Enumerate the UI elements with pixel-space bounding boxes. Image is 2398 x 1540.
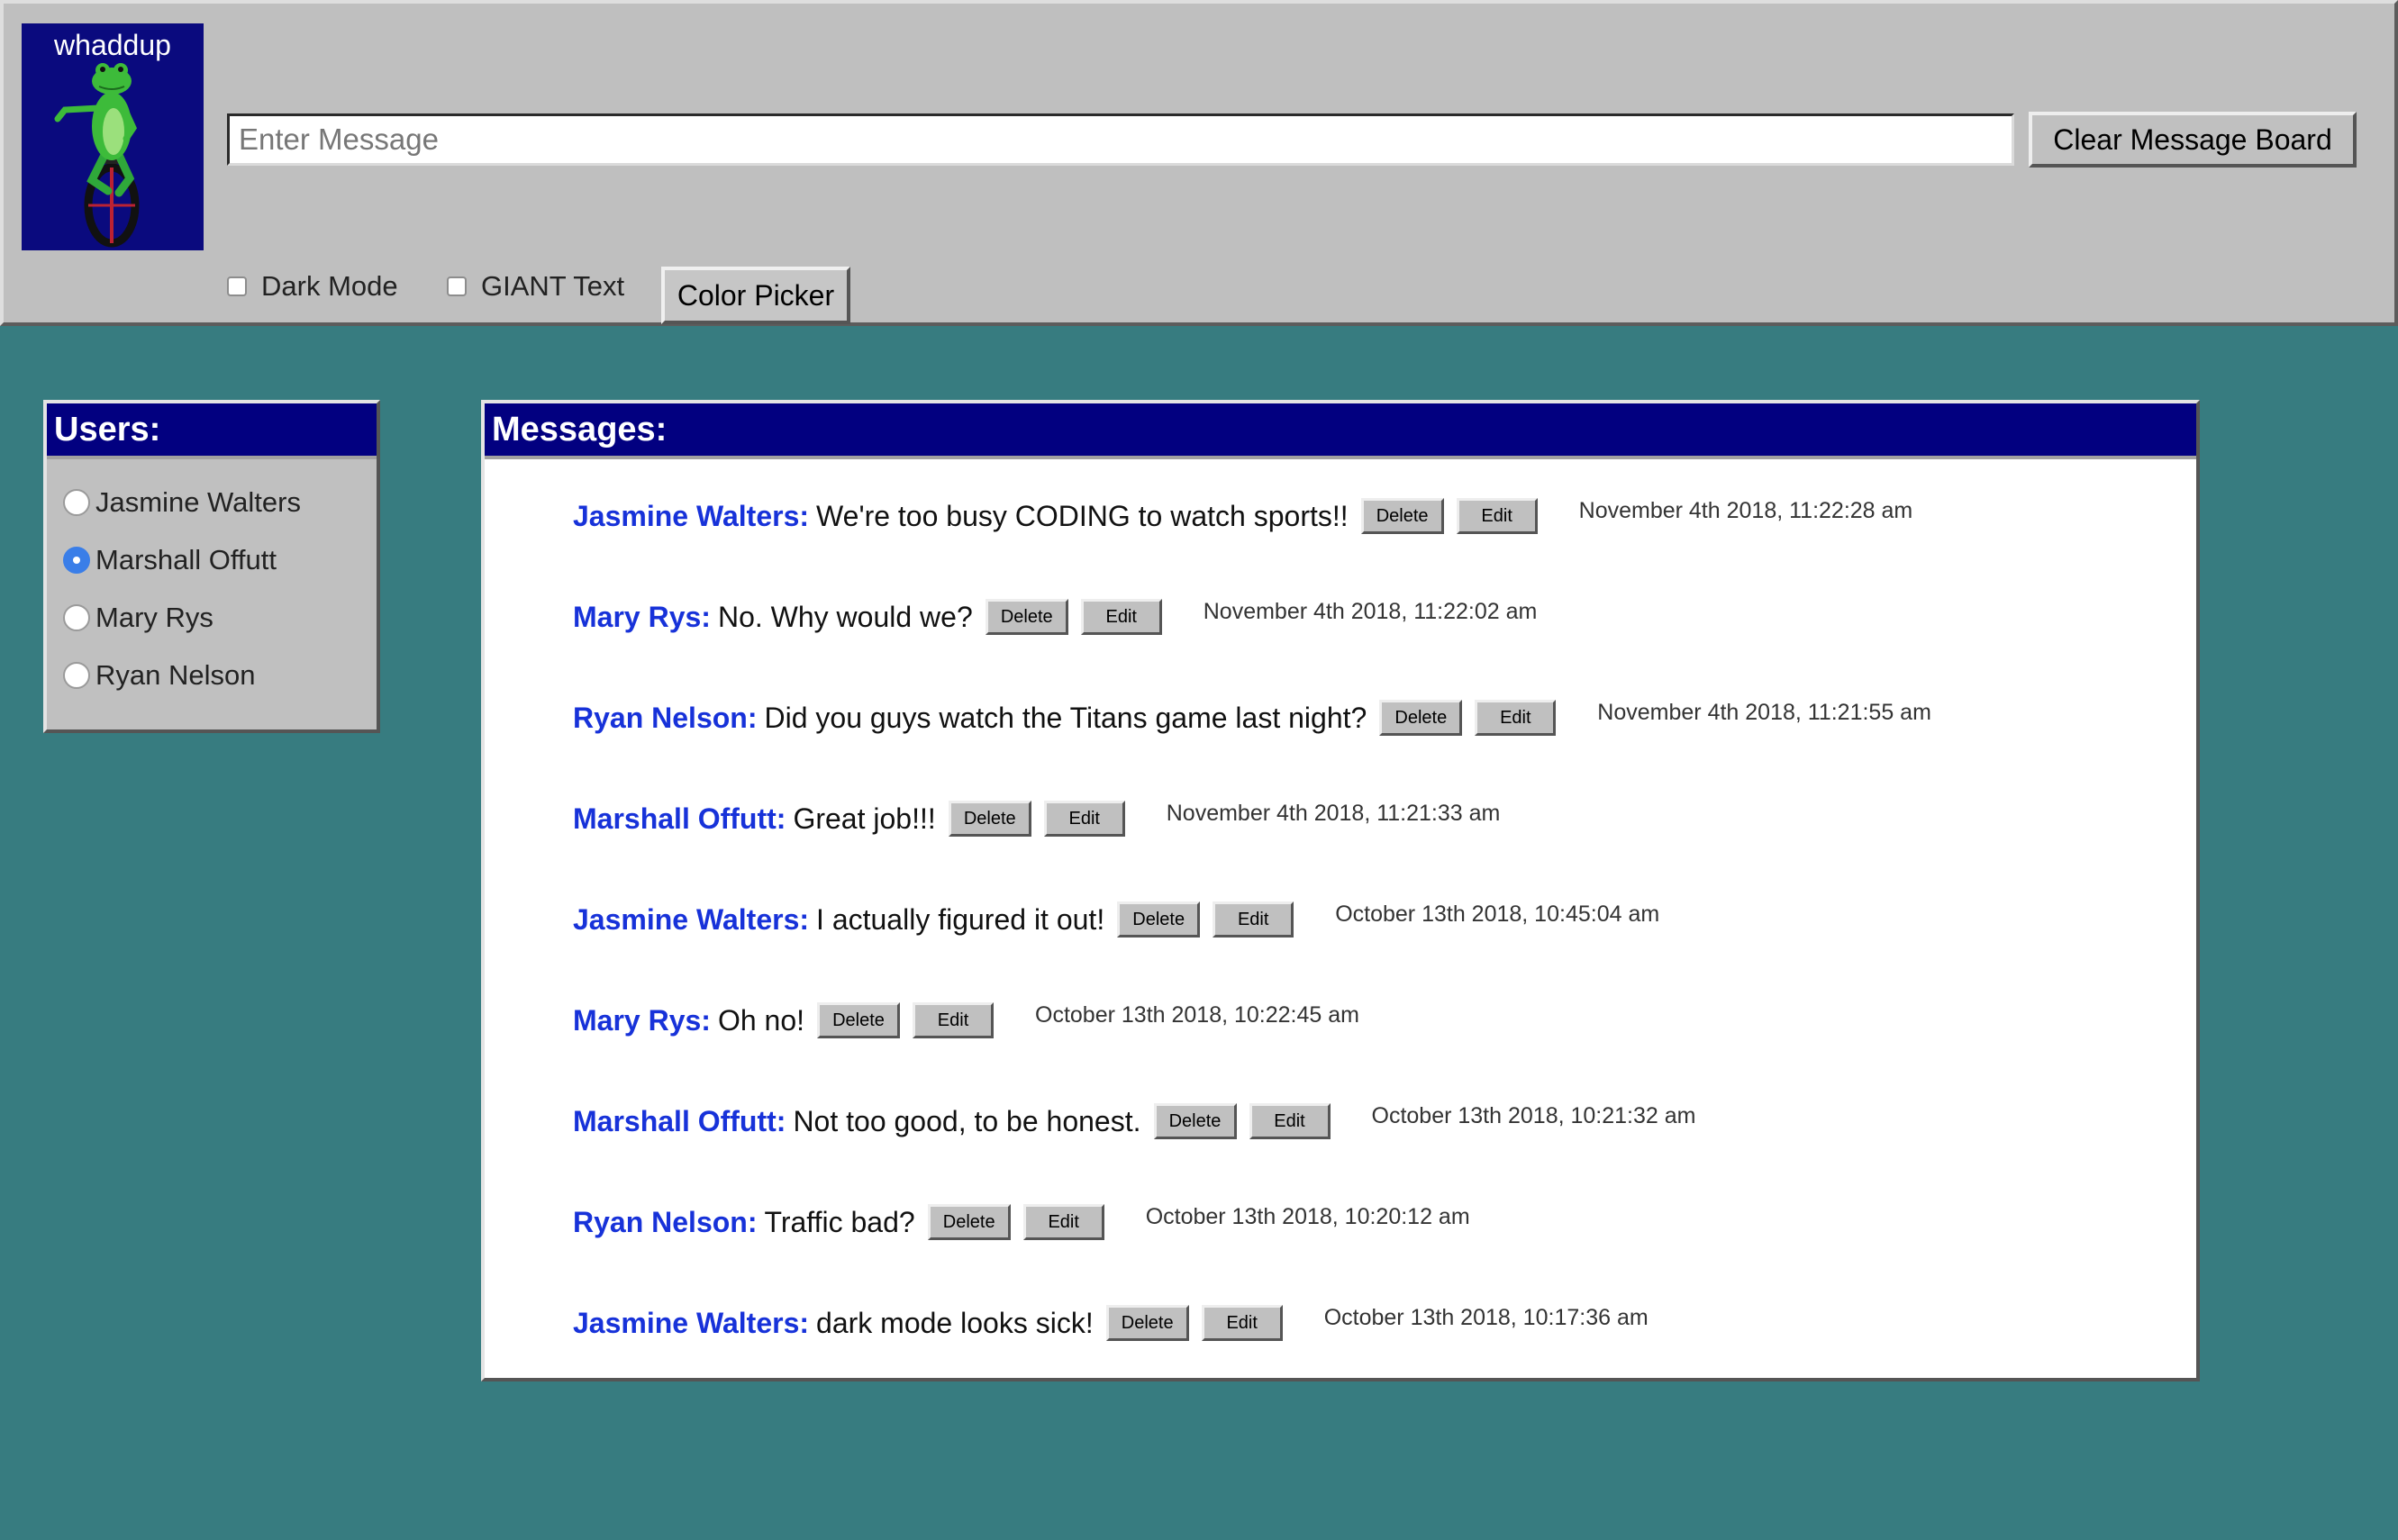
message-row: Mary Rys: No. Why would we? Delete Edit …: [573, 596, 1537, 638]
edit-message-button[interactable]: Edit: [1213, 901, 1294, 938]
delete-message-button[interactable]: Delete: [817, 1002, 901, 1038]
message-row: Marshall Offutt: Not too good, to be hon…: [573, 1101, 1695, 1142]
message-timestamp: November 4th 2018, 11:21:55 am: [1597, 699, 1931, 725]
message-timestamp: October 13th 2018, 10:20:12 am: [1145, 1203, 1470, 1229]
edit-message-button[interactable]: Edit: [1475, 700, 1557, 736]
delete-message-button[interactable]: Delete: [1360, 498, 1444, 534]
messages-panel-title: Messages:: [485, 403, 2196, 459]
message-timestamp: October 13th 2018, 10:17:36 am: [1323, 1304, 1649, 1330]
message-author: Ryan Nelson:: [573, 1205, 758, 1238]
message-text: Traffic bad?: [764, 1205, 915, 1238]
edit-message-button[interactable]: Edit: [1080, 599, 1162, 635]
dark-mode-option[interactable]: Dark Mode: [227, 268, 398, 304]
message-text: We're too busy CODING to watch sports!!: [816, 499, 1349, 532]
message-author: Jasmine Walters:: [573, 499, 810, 532]
message-text: Not too good, to be honest.: [793, 1104, 1141, 1137]
delete-message-button[interactable]: Delete: [1117, 901, 1201, 938]
edit-message-button[interactable]: Edit: [913, 1002, 995, 1038]
message-text: No. Why would we?: [717, 600, 973, 633]
users-panel: Users: Jasmine Walters Marshall Offutt M…: [43, 400, 380, 733]
message-timestamp: October 13th 2018, 10:21:32 am: [1371, 1102, 1696, 1128]
delete-message-button[interactable]: Delete: [1153, 1103, 1237, 1139]
color-picker-button[interactable]: Color Picker: [661, 267, 850, 324]
message-author: Marshall Offutt:: [573, 1104, 786, 1137]
top-toolbar: whaddup Clear Message Board: [0, 0, 2398, 326]
frog-on-unicycle-icon: [54, 63, 140, 248]
edit-message-button[interactable]: Edit: [1456, 498, 1538, 534]
message-row: Jasmine Walters: I actually figured it o…: [573, 899, 1659, 940]
dark-mode-label: Dark Mode: [261, 270, 398, 302]
dark-mode-checkbox[interactable]: [227, 276, 247, 296]
message-input[interactable]: [227, 113, 2014, 166]
message-text: I actually figured it out!: [816, 902, 1105, 936]
message-author: Ryan Nelson:: [573, 701, 758, 734]
message-row: Ryan Nelson: Traffic bad? Delete Edit Oc…: [573, 1201, 1470, 1243]
message-timestamp: October 13th 2018, 10:22:45 am: [1035, 1001, 1359, 1028]
edit-message-button[interactable]: Edit: [1249, 1103, 1331, 1139]
delete-message-button[interactable]: Delete: [985, 599, 1068, 635]
user-name: Jasmine Walters: [95, 486, 301, 518]
user-option-ryan-nelson[interactable]: Ryan Nelson: [63, 657, 255, 693]
message-row: Ryan Nelson: Did you guys watch the Tita…: [573, 697, 1931, 738]
users-panel-title: Users:: [47, 403, 377, 459]
delete-message-button[interactable]: Delete: [948, 801, 1031, 837]
user-name: Marshall Offutt: [95, 544, 277, 575]
giant-text-checkbox[interactable]: [447, 276, 467, 296]
delete-message-button[interactable]: Delete: [927, 1204, 1011, 1240]
app-logo: whaddup: [22, 23, 204, 250]
edit-message-button[interactable]: Edit: [1043, 801, 1125, 837]
message-text: Did you guys watch the Titans game last …: [764, 701, 1367, 734]
message-text: dark mode looks sick!: [816, 1306, 1094, 1339]
giant-text-label: GIANT Text: [481, 270, 625, 302]
message-row: Jasmine Walters: We're too busy CODING t…: [573, 495, 1912, 537]
message-row: Marshall Offutt: Great job!!! Delete Edi…: [573, 798, 1500, 839]
user-option-jasmine-walters[interactable]: Jasmine Walters: [63, 485, 301, 521]
giant-text-option[interactable]: GIANT Text: [447, 268, 624, 304]
delete-message-button[interactable]: Delete: [1105, 1305, 1189, 1341]
messages-panel: Messages: Jasmine Walters: We're too bus…: [481, 400, 2200, 1381]
edit-message-button[interactable]: Edit: [1201, 1305, 1283, 1341]
message-author: Mary Rys:: [573, 1003, 711, 1037]
message-text: Oh no!: [717, 1003, 805, 1037]
user-radio[interactable]: [63, 489, 90, 516]
user-name: Ryan Nelson: [95, 659, 256, 691]
message-author: Jasmine Walters:: [573, 902, 810, 936]
clear-message-board-button[interactable]: Clear Message Board: [2029, 112, 2357, 168]
user-option-mary-rys[interactable]: Mary Rys: [63, 600, 213, 636]
message-row: Jasmine Walters: dark mode looks sick! D…: [573, 1302, 1649, 1344]
message-row: Mary Rys: Oh no! Delete Edit October 13t…: [573, 1000, 1359, 1041]
edit-message-button[interactable]: Edit: [1022, 1204, 1104, 1240]
user-radio[interactable]: [63, 604, 90, 631]
user-name: Mary Rys: [95, 602, 213, 633]
message-timestamp: November 4th 2018, 11:22:02 am: [1203, 598, 1538, 624]
message-author: Marshall Offutt:: [573, 802, 786, 835]
user-option-marshall-offutt[interactable]: Marshall Offutt: [63, 542, 277, 578]
message-text: Great job!!!: [793, 802, 936, 835]
message-author: Jasmine Walters:: [573, 1306, 810, 1339]
message-timestamp: October 13th 2018, 10:45:04 am: [1335, 901, 1660, 927]
user-radio[interactable]: [63, 662, 90, 689]
message-author: Mary Rys:: [573, 600, 711, 633]
delete-message-button[interactable]: Delete: [1379, 700, 1463, 736]
message-timestamp: November 4th 2018, 11:21:33 am: [1166, 800, 1501, 826]
message-timestamp: November 4th 2018, 11:22:28 am: [1578, 497, 1913, 523]
user-radio-selected[interactable]: [63, 547, 90, 574]
